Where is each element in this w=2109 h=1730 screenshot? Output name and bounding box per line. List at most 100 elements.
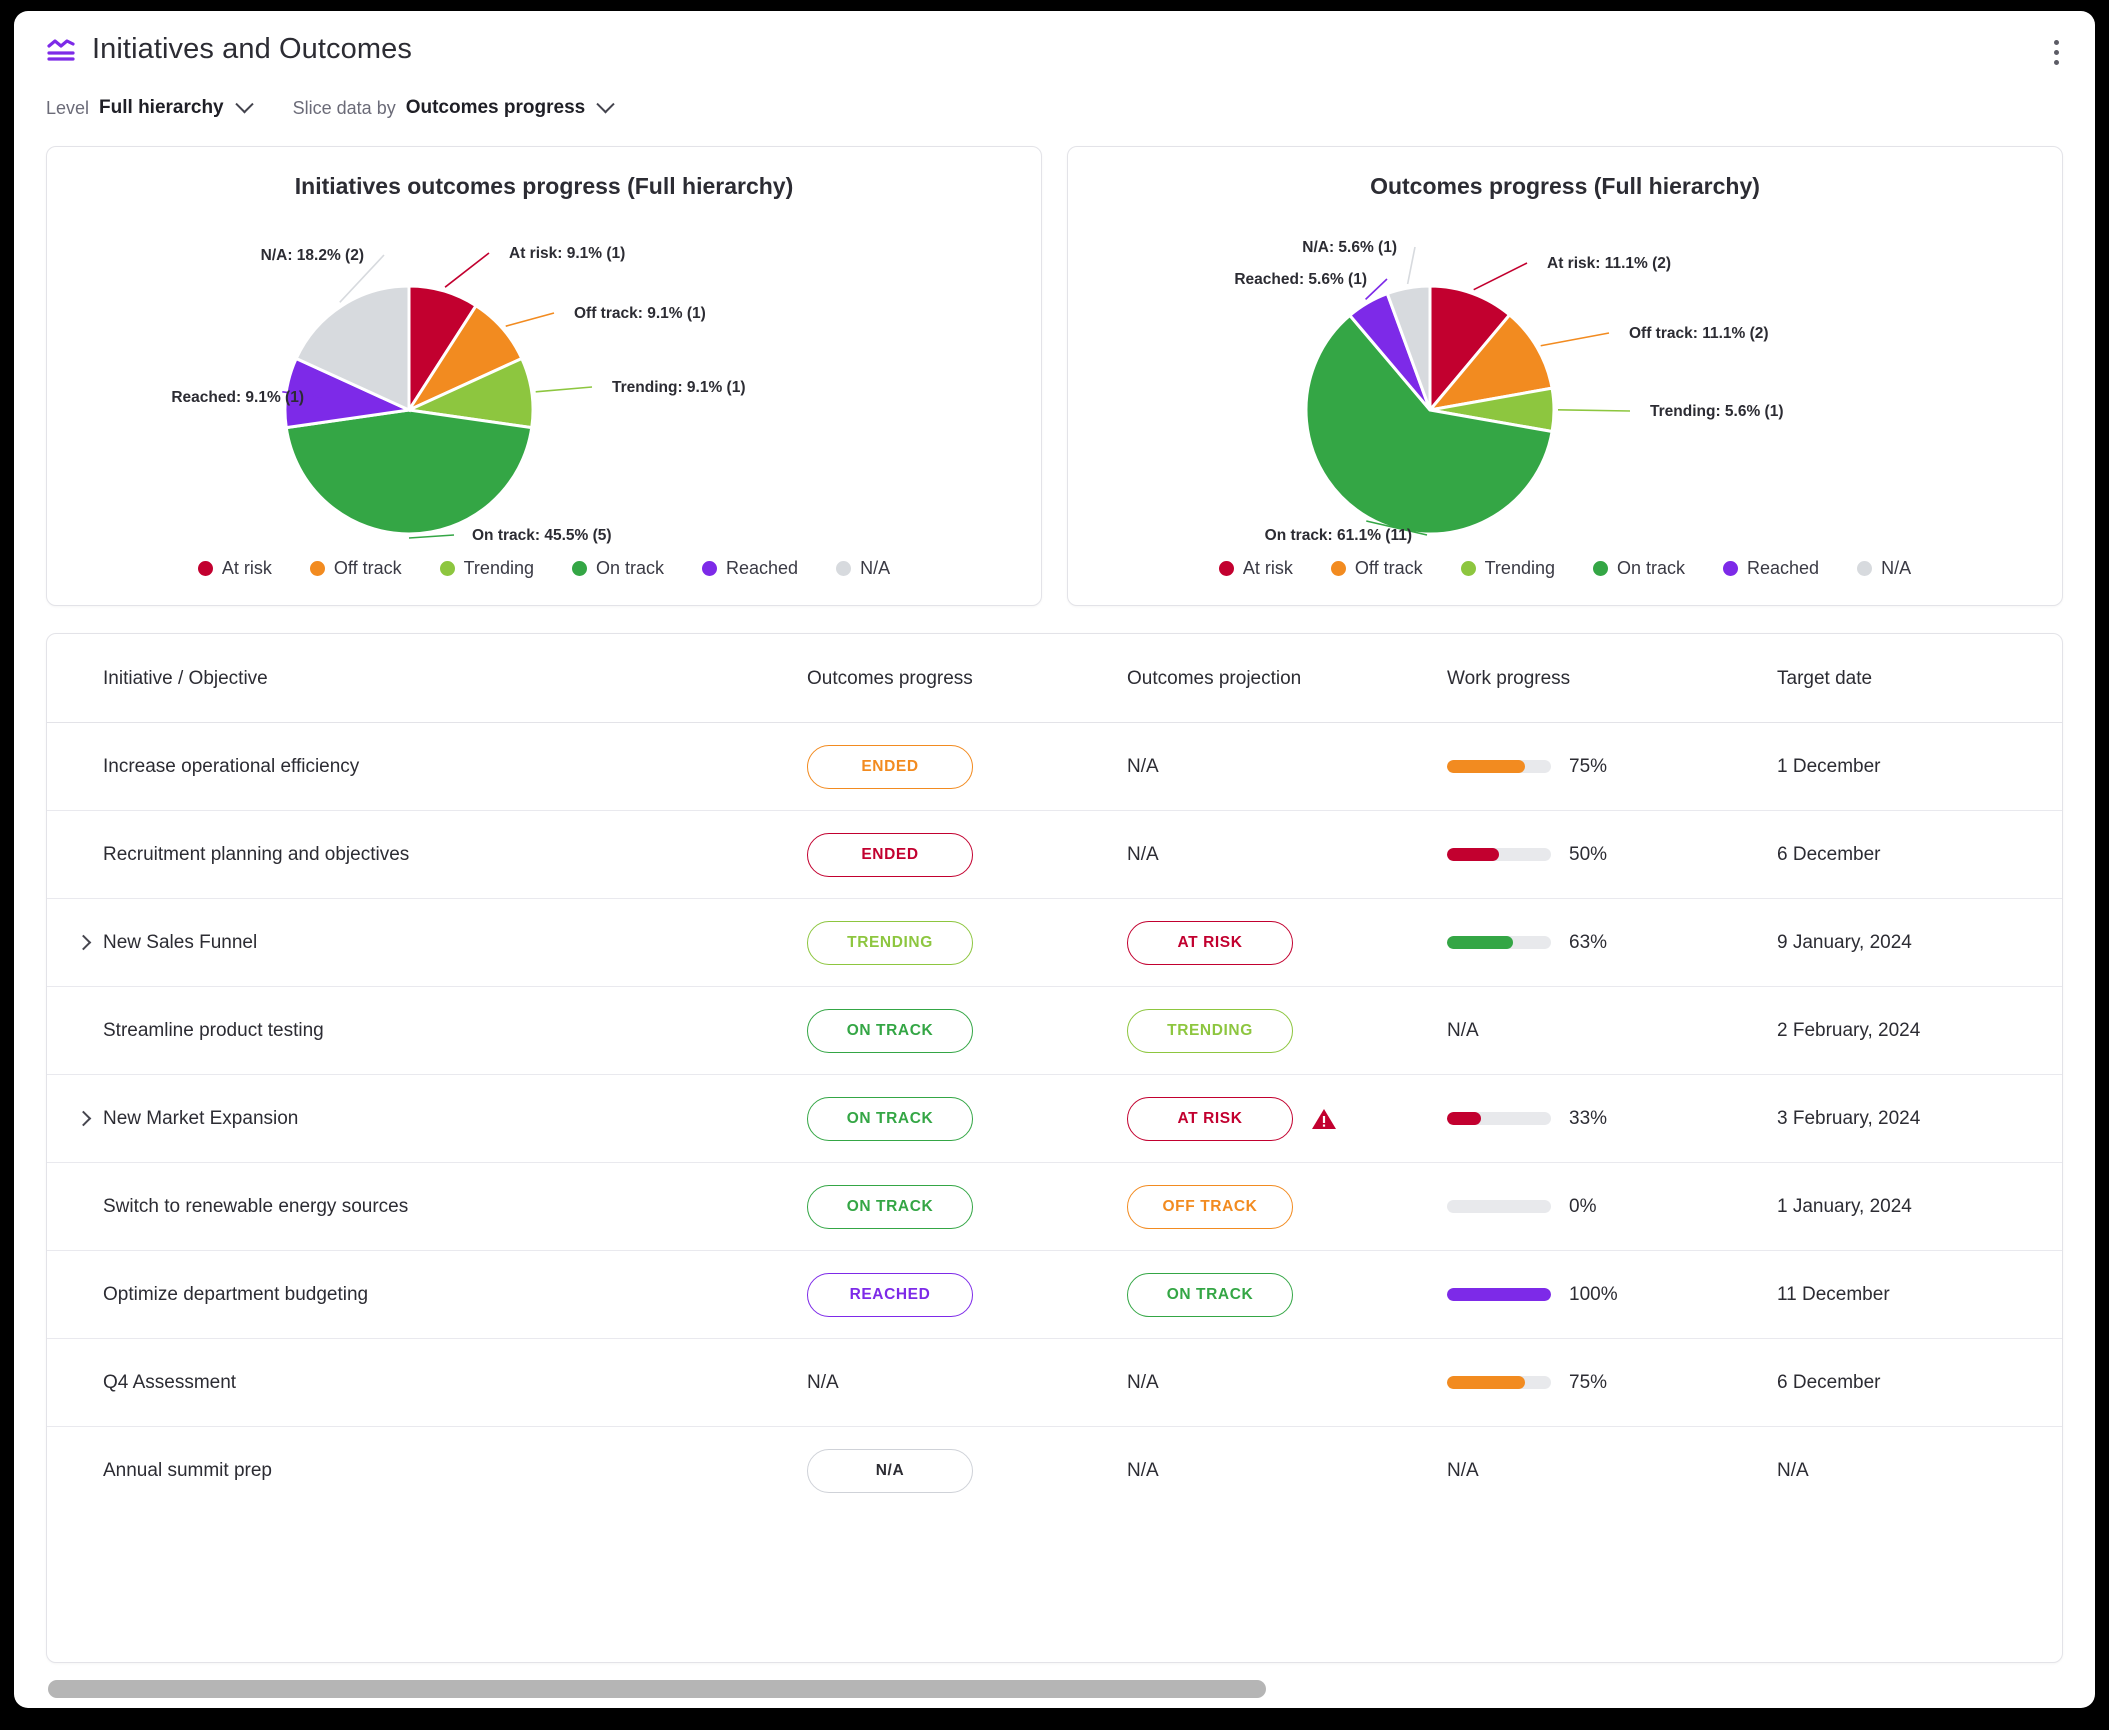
table-row[interactable]: Recruitment planning and objectives ENDED… [47,811,2063,899]
projection-content: N/A [1127,1372,1447,1394]
target-date-value: N/A [1777,1460,1809,1481]
initiative-name-label[interactable]: Q4 Assessment [103,1372,236,1393]
legend-item[interactable]: Off track [1331,558,1423,579]
charts-row: Initiatives outcomes progress (Full hier… [46,146,2063,606]
status-badge[interactable]: ENDED [807,833,973,877]
initiative-name-label[interactable]: Increase operational efficiency [103,756,359,777]
legend-label: Off track [1355,558,1423,579]
target-date-value: 3 February, 2024 [1777,1108,1920,1129]
legend-label: N/A [1881,558,1911,579]
legend-label: On track [596,558,664,579]
legend-item[interactable]: Trending [440,558,534,579]
initiative-name-label[interactable]: Annual summit prep [103,1460,272,1481]
table-row[interactable]: New Sales FunnelTRENDINGAT RISK63%9 Janu… [47,899,2063,987]
legend-label: At risk [1243,558,1293,579]
table-row[interactable]: Increase operational efficiency ENDED N/A 7… [47,723,2063,811]
pie-slice[interactable] [286,410,531,534]
initiative-name-label[interactable]: Streamline product testing [103,1020,324,1041]
legend-color-dot [1219,561,1234,576]
status-badge[interactable]: TRENDING [807,921,973,965]
status-badge[interactable]: N/A [807,1449,973,1493]
legend-item[interactable]: N/A [1857,558,1911,579]
progress-percent-label: 100% [1569,1284,1618,1306]
chevron-down-icon[interactable] [235,95,253,113]
table-row[interactable]: New Market Expansion ON TRACK AT RISK 33%3 … [47,1075,2063,1163]
status-badge[interactable]: AT RISK [1127,1097,1293,1141]
pie-slice-label: On track: 45.5% (5) [472,527,612,544]
legend-color-dot [1331,561,1346,576]
kebab-menu-icon[interactable] [2041,35,2071,69]
work-progress-bar: 75% [1447,1372,1777,1394]
initiative-name-label[interactable]: Switch to renewable energy sources [103,1196,408,1217]
page-title: Initiatives and Outcomes [92,33,412,66]
progress-track [1447,936,1551,949]
cell-outcomes-progress: REACHED [807,1251,1127,1339]
cell-target-date: 1 January, 2024 [1777,1163,2063,1251]
status-badge[interactable]: ENDED [807,745,973,789]
table-row[interactable]: Streamline product testing ON TRACK TRENDI… [47,987,2063,1075]
chevron-down-icon[interactable] [597,95,615,113]
horizontal-scrollbar[interactable] [48,1680,2061,1700]
initiative-name-label[interactable]: New Sales Funnel [103,932,257,953]
status-badge[interactable]: ON TRACK [807,1009,973,1053]
legend-item[interactable]: At risk [1219,558,1293,579]
progress-track [1447,1112,1551,1125]
legend-label: On track [1617,558,1685,579]
target-date-value: 9 January, 2024 [1777,932,1912,953]
status-badge[interactable]: AT RISK [1127,921,1293,965]
legend-item[interactable]: Reached [1723,558,1819,579]
legend-item[interactable]: On track [572,558,664,579]
slice-dropdown[interactable]: Outcomes progress [406,97,586,119]
status-badge[interactable]: OFF TRACK [1127,1185,1293,1229]
legend-item[interactable]: Reached [702,558,798,579]
work-progress-bar: 33% [1447,1108,1777,1130]
wave-lines-icon [46,35,76,65]
projection-content: ON TRACK [1127,1273,1447,1317]
legend-item[interactable]: Trending [1461,558,1555,579]
cell-outcomes-progress: ON TRACK [807,1075,1127,1163]
table-row[interactable]: Switch to renewable energy sources ON TRA… [47,1163,2063,1251]
initiative-name-label[interactable]: Recruitment planning and objectives [103,844,409,865]
legend-item[interactable]: On track [1593,558,1685,579]
initiative-name-label[interactable]: Optimize department budgeting [103,1284,368,1305]
legend-item[interactable]: Off track [310,558,402,579]
chevron-right-icon[interactable] [75,934,93,952]
level-label: Level [46,98,89,119]
legend-item[interactable]: At risk [198,558,272,579]
status-badge[interactable]: ON TRACK [1127,1273,1293,1317]
progress-track [1447,760,1551,773]
pie-chart-initiatives: At risk: 9.1% (1)Off track: 9.1% (1)Tren… [47,195,1041,545]
page-header: Initiatives and Outcomes [14,11,2095,89]
status-badge[interactable]: TRENDING [1127,1009,1293,1053]
warning-icon[interactable] [1311,1107,1337,1131]
status-badge[interactable]: ON TRACK [807,1097,973,1141]
legend-color-dot [310,561,325,576]
projection-content: N/A [1127,756,1447,778]
chevron-right-icon[interactable] [75,1110,93,1128]
scrollbar-thumb[interactable] [48,1680,1266,1698]
cell-initiative-name: Increase operational efficiency [47,723,807,811]
column-header-target-date: Target date [1777,634,2063,723]
level-dropdown[interactable]: Full hierarchy [99,97,224,119]
progress-fill [1447,936,1513,949]
legend-label: Trending [464,558,534,579]
projection-content: N/A [1127,844,1447,866]
legend-item[interactable]: N/A [836,558,890,579]
work-progress-bar: 0% [1447,1196,1777,1218]
table-row[interactable]: Annual summit prepN/AN/AN/AN/A [47,1427,2063,1515]
slice-label: Slice data by [293,98,396,119]
cell-outcomes-projection: N/A [1127,1427,1447,1515]
pie-slice-label: At risk: 9.1% (1) [509,245,625,262]
table-row[interactable]: Optimize department budgeting REACHED ON T… [47,1251,2063,1339]
initiative-name-label[interactable]: New Market Expansion [103,1108,298,1129]
outcomes-projection-value: N/A [1127,756,1159,778]
progress-fill [1447,848,1499,861]
status-badge[interactable]: ON TRACK [807,1185,973,1229]
cell-work-progress: 50% [1447,811,1777,899]
cell-work-progress: 0% [1447,1163,1777,1251]
table-row[interactable]: Q4 AssessmentN/AN/A75%6 December [47,1339,2063,1427]
pie-leader-line [506,313,554,326]
progress-percent-label: 75% [1569,756,1607,778]
pie-leader-line [1408,247,1415,284]
status-badge[interactable]: REACHED [807,1273,973,1317]
